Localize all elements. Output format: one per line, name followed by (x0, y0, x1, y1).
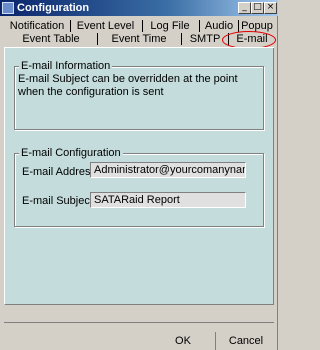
tab-audio[interactable]: Audio (201, 19, 237, 33)
ok-button[interactable]: OK (152, 333, 214, 350)
email-address-label: E-mail Address: (22, 166, 100, 178)
tab-separator (199, 20, 200, 32)
window-title: Configuration (17, 2, 90, 14)
tab-separator (142, 20, 143, 32)
tab-separator (238, 20, 239, 32)
tab-event-level[interactable]: Event Level (72, 19, 139, 33)
tab-separator (70, 20, 71, 32)
tab-separator (97, 33, 98, 45)
app-icon (2, 2, 14, 14)
email-address-field[interactable]: Administrator@yourcomanyname.com (90, 162, 246, 178)
cancel-button[interactable]: Cancel (217, 333, 275, 350)
email-information-text: E-mail Subject can be overridden at the … (18, 73, 238, 98)
email-information-title: E-mail Information (19, 60, 113, 73)
title-bar[interactable]: Configuration _ □ × (0, 0, 278, 16)
tab-smtp[interactable]: SMTP (184, 32, 226, 46)
tab-notification[interactable]: Notification (6, 19, 68, 33)
email-configuration-title: E-mail Configuration (19, 147, 123, 160)
tab-event-table[interactable]: Event Table (10, 32, 92, 46)
close-button[interactable]: × (264, 2, 277, 14)
maximize-button[interactable]: □ (251, 2, 264, 14)
tab-separator (181, 33, 182, 45)
tab-row-1: Notification Event Level Log File Audio … (4, 19, 274, 33)
email-subject-field[interactable]: SATARaid Report (90, 192, 246, 208)
tab-event-time[interactable]: Event Time (100, 32, 178, 46)
button-separator (215, 332, 216, 350)
bottom-divider (4, 322, 274, 323)
email-subject-label: E-mail Subject: (22, 195, 96, 207)
minimize-button[interactable]: _ (238, 2, 251, 14)
tab-log-file[interactable]: Log File (144, 19, 196, 33)
configuration-window: Configuration _ □ × Notification Event L… (0, 0, 278, 350)
